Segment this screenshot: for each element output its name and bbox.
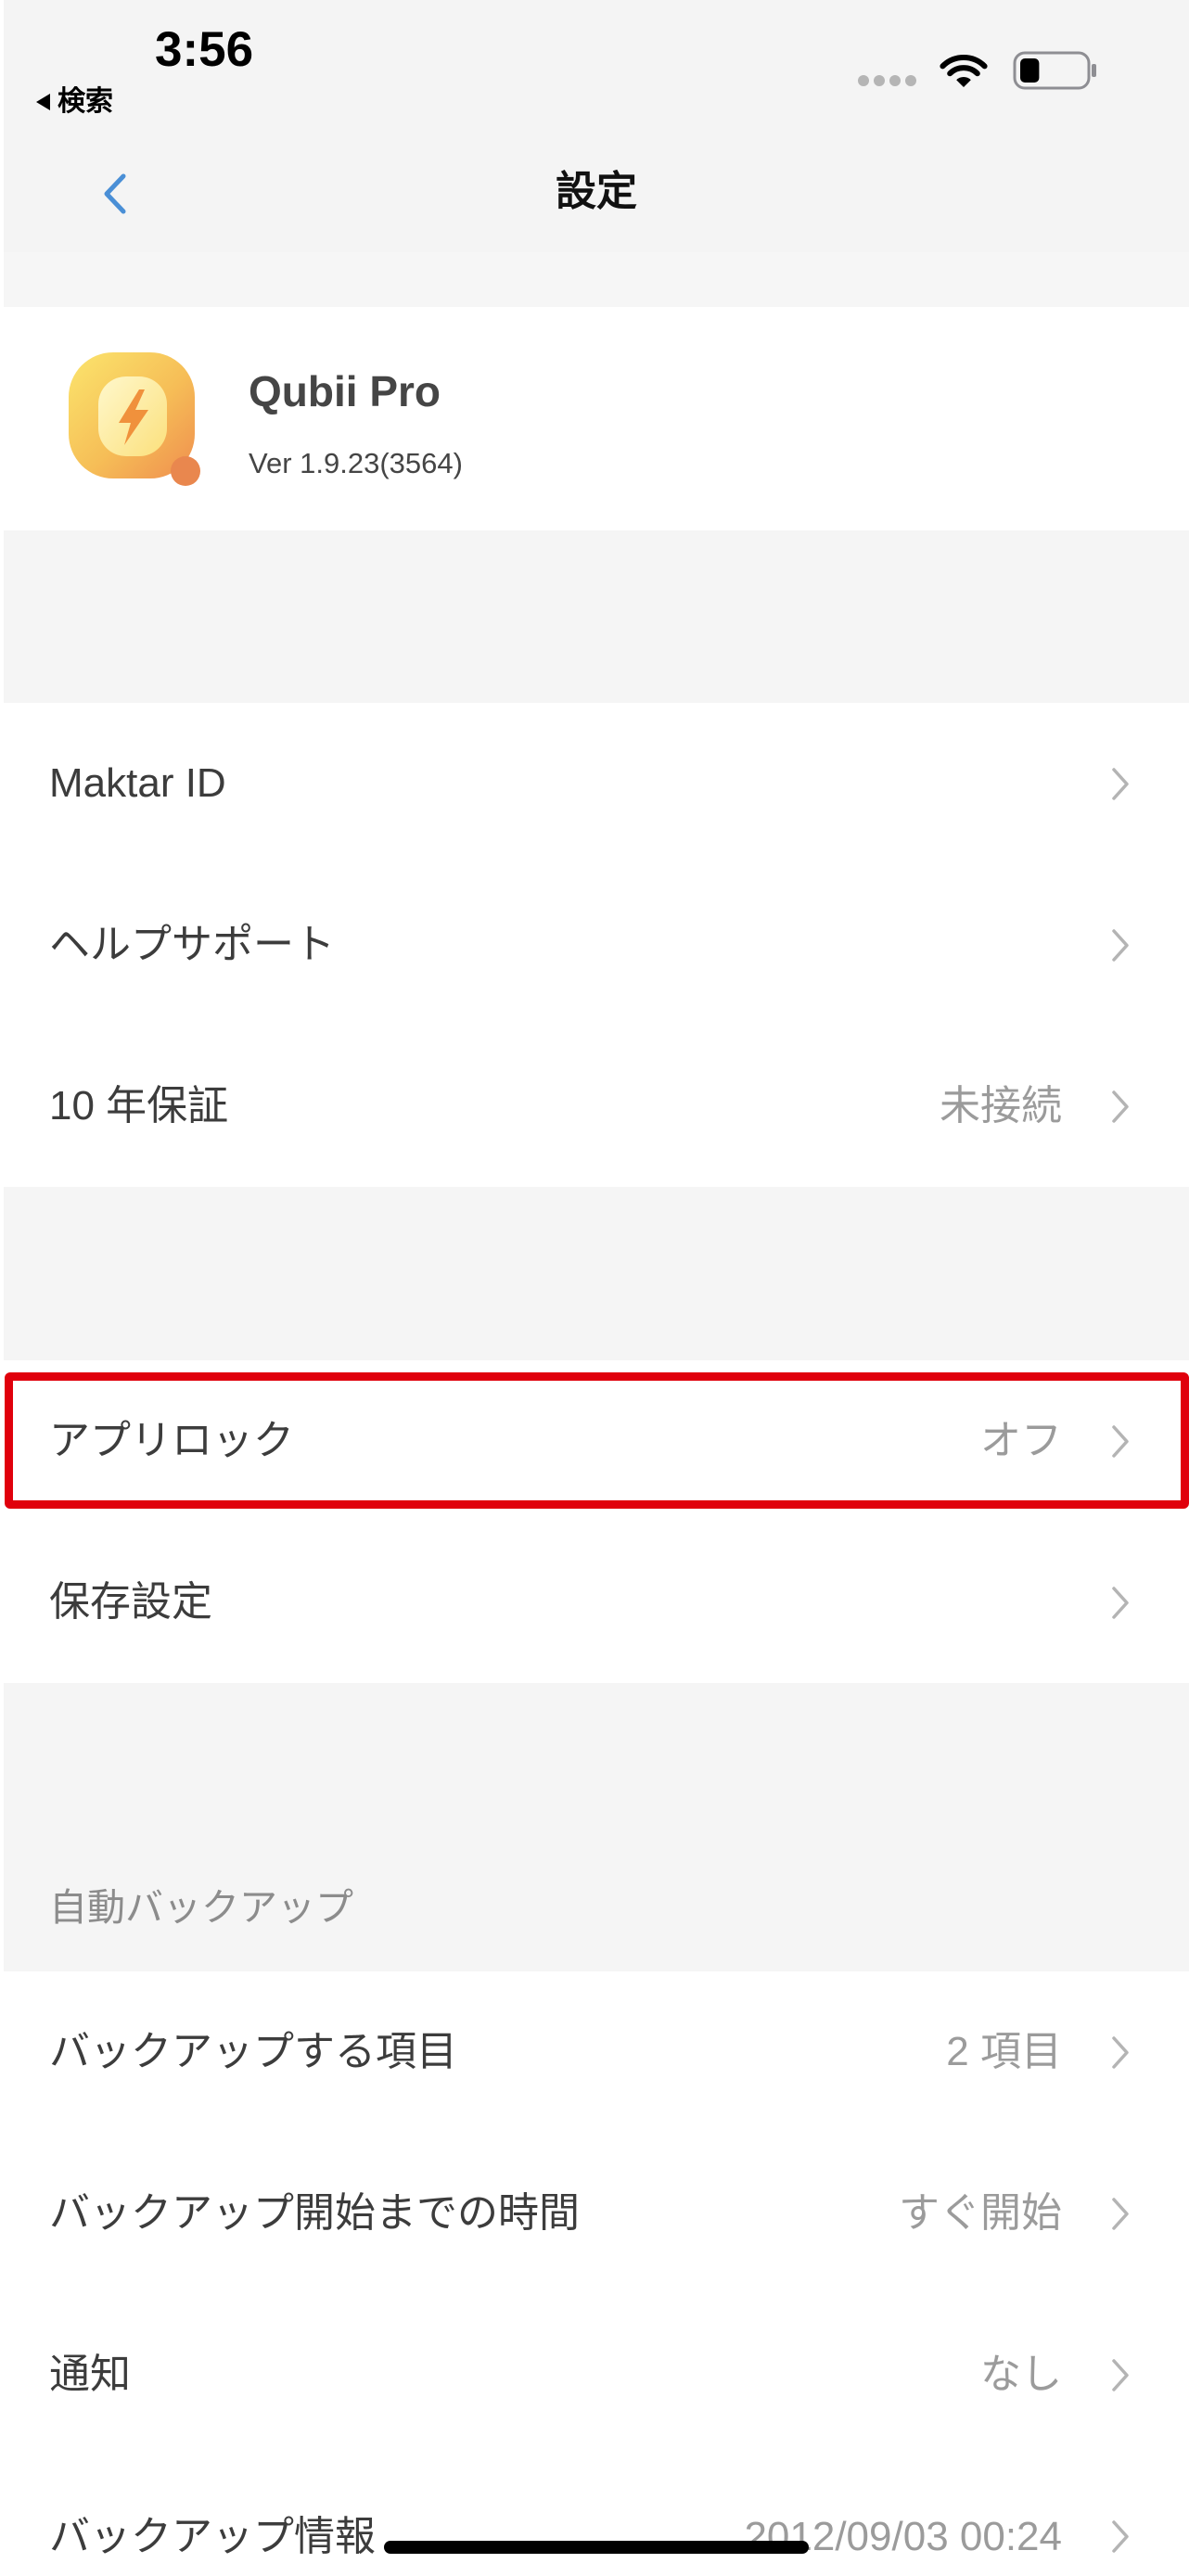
row-label: アプリロック	[49, 1418, 294, 1463]
row-label: Maktar ID	[49, 760, 226, 806]
app-name: Qubii Pro	[249, 367, 441, 415]
row-label: 10 年保証	[49, 1083, 229, 1129]
row-label: バックアップ開始までの時間	[49, 2190, 580, 2236]
settings-row-warranty[interactable]: 10 年保証 未接続	[4, 1026, 1189, 1187]
backup-section: バックアップする項目 2 項目 バックアップ開始までの時間 すぐ開始 通知 なし…	[4, 1971, 1189, 2576]
account-section: Maktar ID ヘルプサポート 10 年保証 未接続	[4, 703, 1189, 1187]
row-value: すぐ開始	[899, 2190, 1062, 2236]
settings-row-backup-info[interactable]: バックアップ情報 2012/09/03 00:24	[4, 2455, 1189, 2576]
chevron-right-icon	[1112, 2520, 1129, 2553]
security-section: アプリロック オフ 保存設定	[4, 1360, 1189, 1683]
chevron-right-icon	[1112, 1586, 1129, 1619]
settings-row-backup-items[interactable]: バックアップする項目 2 項目	[4, 1971, 1189, 2133]
chevron-right-icon	[1112, 767, 1129, 800]
chevron-right-icon	[1112, 1090, 1129, 1123]
row-label: 通知	[49, 2352, 131, 2397]
settings-row-backup-start-time[interactable]: バックアップ開始までの時間 すぐ開始	[4, 2133, 1189, 2294]
chevron-right-icon	[1112, 1424, 1129, 1458]
row-value: なし	[980, 2352, 1062, 2397]
backup-section-header-block: 自動バックアップ	[4, 1683, 1189, 1971]
settings-row-maktar-id[interactable]: Maktar ID	[4, 703, 1189, 864]
app-version: Ver 1.9.23(3564)	[249, 447, 463, 479]
top-bar: 3:56 検索 設定	[4, 0, 1189, 307]
back-to-app-link[interactable]: 検索	[36, 85, 113, 119]
row-label: バックアップ情報	[49, 2514, 376, 2559]
status-time: 3:56	[155, 22, 254, 77]
back-to-app-triangle-icon	[36, 94, 50, 110]
signal-dots-icon	[858, 75, 916, 86]
settings-row-help-support[interactable]: ヘルプサポート	[4, 864, 1189, 1026]
qubii-app-icon	[69, 352, 200, 486]
chevron-right-icon	[1112, 2035, 1129, 2069]
settings-screen: 3:56 検索 設定 Qubii Pro Ver 1.9.23(3564) Ma…	[4, 0, 1189, 2576]
settings-row-storage-settings[interactable]: 保存設定	[4, 1522, 1189, 1683]
row-value: 2 項目	[946, 2029, 1062, 2074]
top-bar-band	[4, 252, 1189, 307]
home-indicator[interactable]	[384, 2541, 809, 2554]
section-gap	[4, 530, 1189, 703]
chevron-right-icon	[1112, 2197, 1129, 2230]
page-title: 設定	[556, 169, 637, 214]
chevron-right-icon	[1112, 2358, 1129, 2391]
chevron-right-icon	[1112, 928, 1129, 962]
row-label: バックアップする項目	[49, 2029, 457, 2074]
settings-row-app-lock[interactable]: アプリロック オフ	[4, 1360, 1189, 1522]
app-info-card: Qubii Pro Ver 1.9.23(3564)	[4, 307, 1189, 530]
battery-icon	[1013, 51, 1096, 90]
settings-row-notifications[interactable]: 通知 なし	[4, 2294, 1189, 2455]
row-label: ヘルプサポート	[49, 922, 335, 967]
section-header: 自動バックアップ	[49, 1886, 353, 1929]
section-gap	[4, 1187, 1189, 1360]
wifi-icon	[940, 55, 988, 87]
back-to-app-label: 検索	[58, 86, 113, 117]
row-value: 未接続	[940, 1083, 1062, 1129]
row-label: 保存設定	[49, 1579, 212, 1625]
row-value: オフ	[980, 1418, 1062, 1463]
